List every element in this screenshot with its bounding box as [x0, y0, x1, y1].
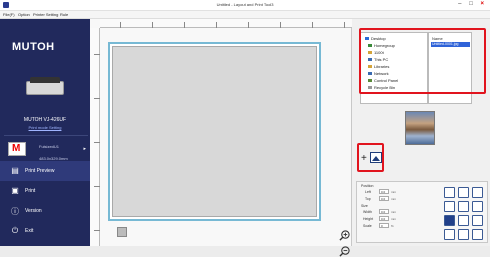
fit-image-icon[interactable] — [444, 201, 455, 212]
brand-logo: MUTOH — [12, 41, 55, 53]
title-bar: Untitled - Layout and Print Tool3 – □ × — [0, 0, 490, 11]
top-label: Top — [365, 197, 371, 201]
pattern-icon[interactable] — [458, 229, 469, 240]
print-mode-setting-link[interactable]: Print mode Setting — [0, 125, 90, 130]
menu-bar: File(F) Option Printer Setting Rule — [0, 11, 490, 19]
fill-image-icon[interactable] — [458, 201, 469, 212]
unit-label: mm — [391, 217, 396, 221]
unit-label: mm — [391, 190, 396, 194]
properties-panel: Position Left 0.0 mm Top 0.0 mm Size Wid… — [356, 181, 488, 243]
menu-file[interactable]: File(F) — [3, 12, 15, 17]
circle-shape-icon[interactable] — [472, 215, 483, 226]
scale-input[interactable]: 0 — [379, 223, 389, 228]
nav-label: Exit — [25, 228, 34, 234]
horizontal-ruler — [100, 19, 352, 28]
info-icon: ⓘ — [11, 207, 19, 216]
width-label: Width — [363, 210, 372, 214]
media-label: FulsizedU1 — [39, 144, 60, 149]
printer-icon: ▣ — [11, 186, 19, 195]
unit-label: mm — [391, 210, 396, 214]
nav-print[interactable]: ▣ Print — [0, 181, 90, 201]
power-icon: ⏻ — [11, 226, 19, 235]
menu-rule[interactable]: Rule — [60, 12, 68, 17]
nav-label: Version — [25, 208, 42, 214]
layout-canvas-area — [90, 19, 352, 257]
maximize-button[interactable]: □ — [469, 1, 476, 7]
triangle-shape-icon[interactable] — [458, 215, 469, 226]
left-label: Left — [365, 190, 371, 194]
nav-label: Print — [25, 188, 36, 194]
scale-label: Scale — [363, 224, 372, 228]
vertical-ruler — [90, 28, 100, 246]
stretch-image-icon[interactable] — [472, 201, 483, 212]
width-input[interactable]: 0.0 — [379, 209, 389, 214]
printable-area[interactable] — [112, 46, 317, 217]
media-sheet[interactable] — [108, 42, 321, 221]
align-vertical-icon[interactable] — [458, 187, 469, 198]
align-center-icon[interactable] — [472, 187, 483, 198]
zoom-out-icon[interactable] — [339, 246, 350, 257]
printer-name: MUTOH VJ-426UF — [23, 117, 67, 123]
highlight-add-image — [357, 143, 384, 172]
height-label: Height — [363, 217, 374, 221]
window-title: Untitled - Layout and Print Tool3 — [216, 2, 274, 7]
image-thumbnail[interactable] — [405, 111, 435, 145]
app-window: Untitled - Layout and Print Tool3 – □ × … — [0, 0, 490, 257]
position-label: Position — [361, 184, 374, 188]
top-input[interactable]: 0.0 — [379, 196, 389, 201]
printer-image — [26, 75, 64, 97]
close-button[interactable]: × — [480, 1, 487, 7]
unit-label: mm — [391, 197, 396, 201]
minimize-button[interactable]: – — [458, 1, 464, 7]
nav-exit[interactable]: ⏻ Exit — [0, 221, 90, 241]
save-icon[interactable] — [117, 227, 127, 237]
chevron-right-icon: ▸ — [83, 146, 86, 152]
unit-label: % — [391, 224, 394, 228]
nav-print-preview[interactable]: ▤ Print Preview — [0, 161, 90, 181]
left-input[interactable]: 0.0 — [379, 189, 389, 194]
zoom-in-icon[interactable] — [339, 230, 350, 241]
window-controls: – □ × — [458, 1, 487, 7]
image-icon[interactable] — [472, 229, 483, 240]
menu-printer-setting[interactable]: Printer Setting — [33, 12, 58, 17]
menu-option[interactable]: Option — [18, 12, 30, 17]
nav-label: Print Preview — [25, 168, 55, 174]
sidebar: MUTOH MUTOH VJ-426UF Print mode Setting … — [0, 19, 90, 246]
align-horizontal-icon[interactable] — [444, 187, 455, 198]
print-preview-icon: ▤ — [11, 166, 19, 175]
text-icon[interactable] — [444, 229, 455, 240]
rectangle-shape-icon[interactable] — [444, 215, 455, 226]
highlight-file-browser — [359, 28, 486, 94]
media-icon: M — [8, 142, 26, 156]
nav-version[interactable]: ⓘ Version — [0, 201, 90, 221]
size-label: Size — [361, 204, 368, 208]
height-input[interactable]: 0.0 — [379, 216, 389, 221]
